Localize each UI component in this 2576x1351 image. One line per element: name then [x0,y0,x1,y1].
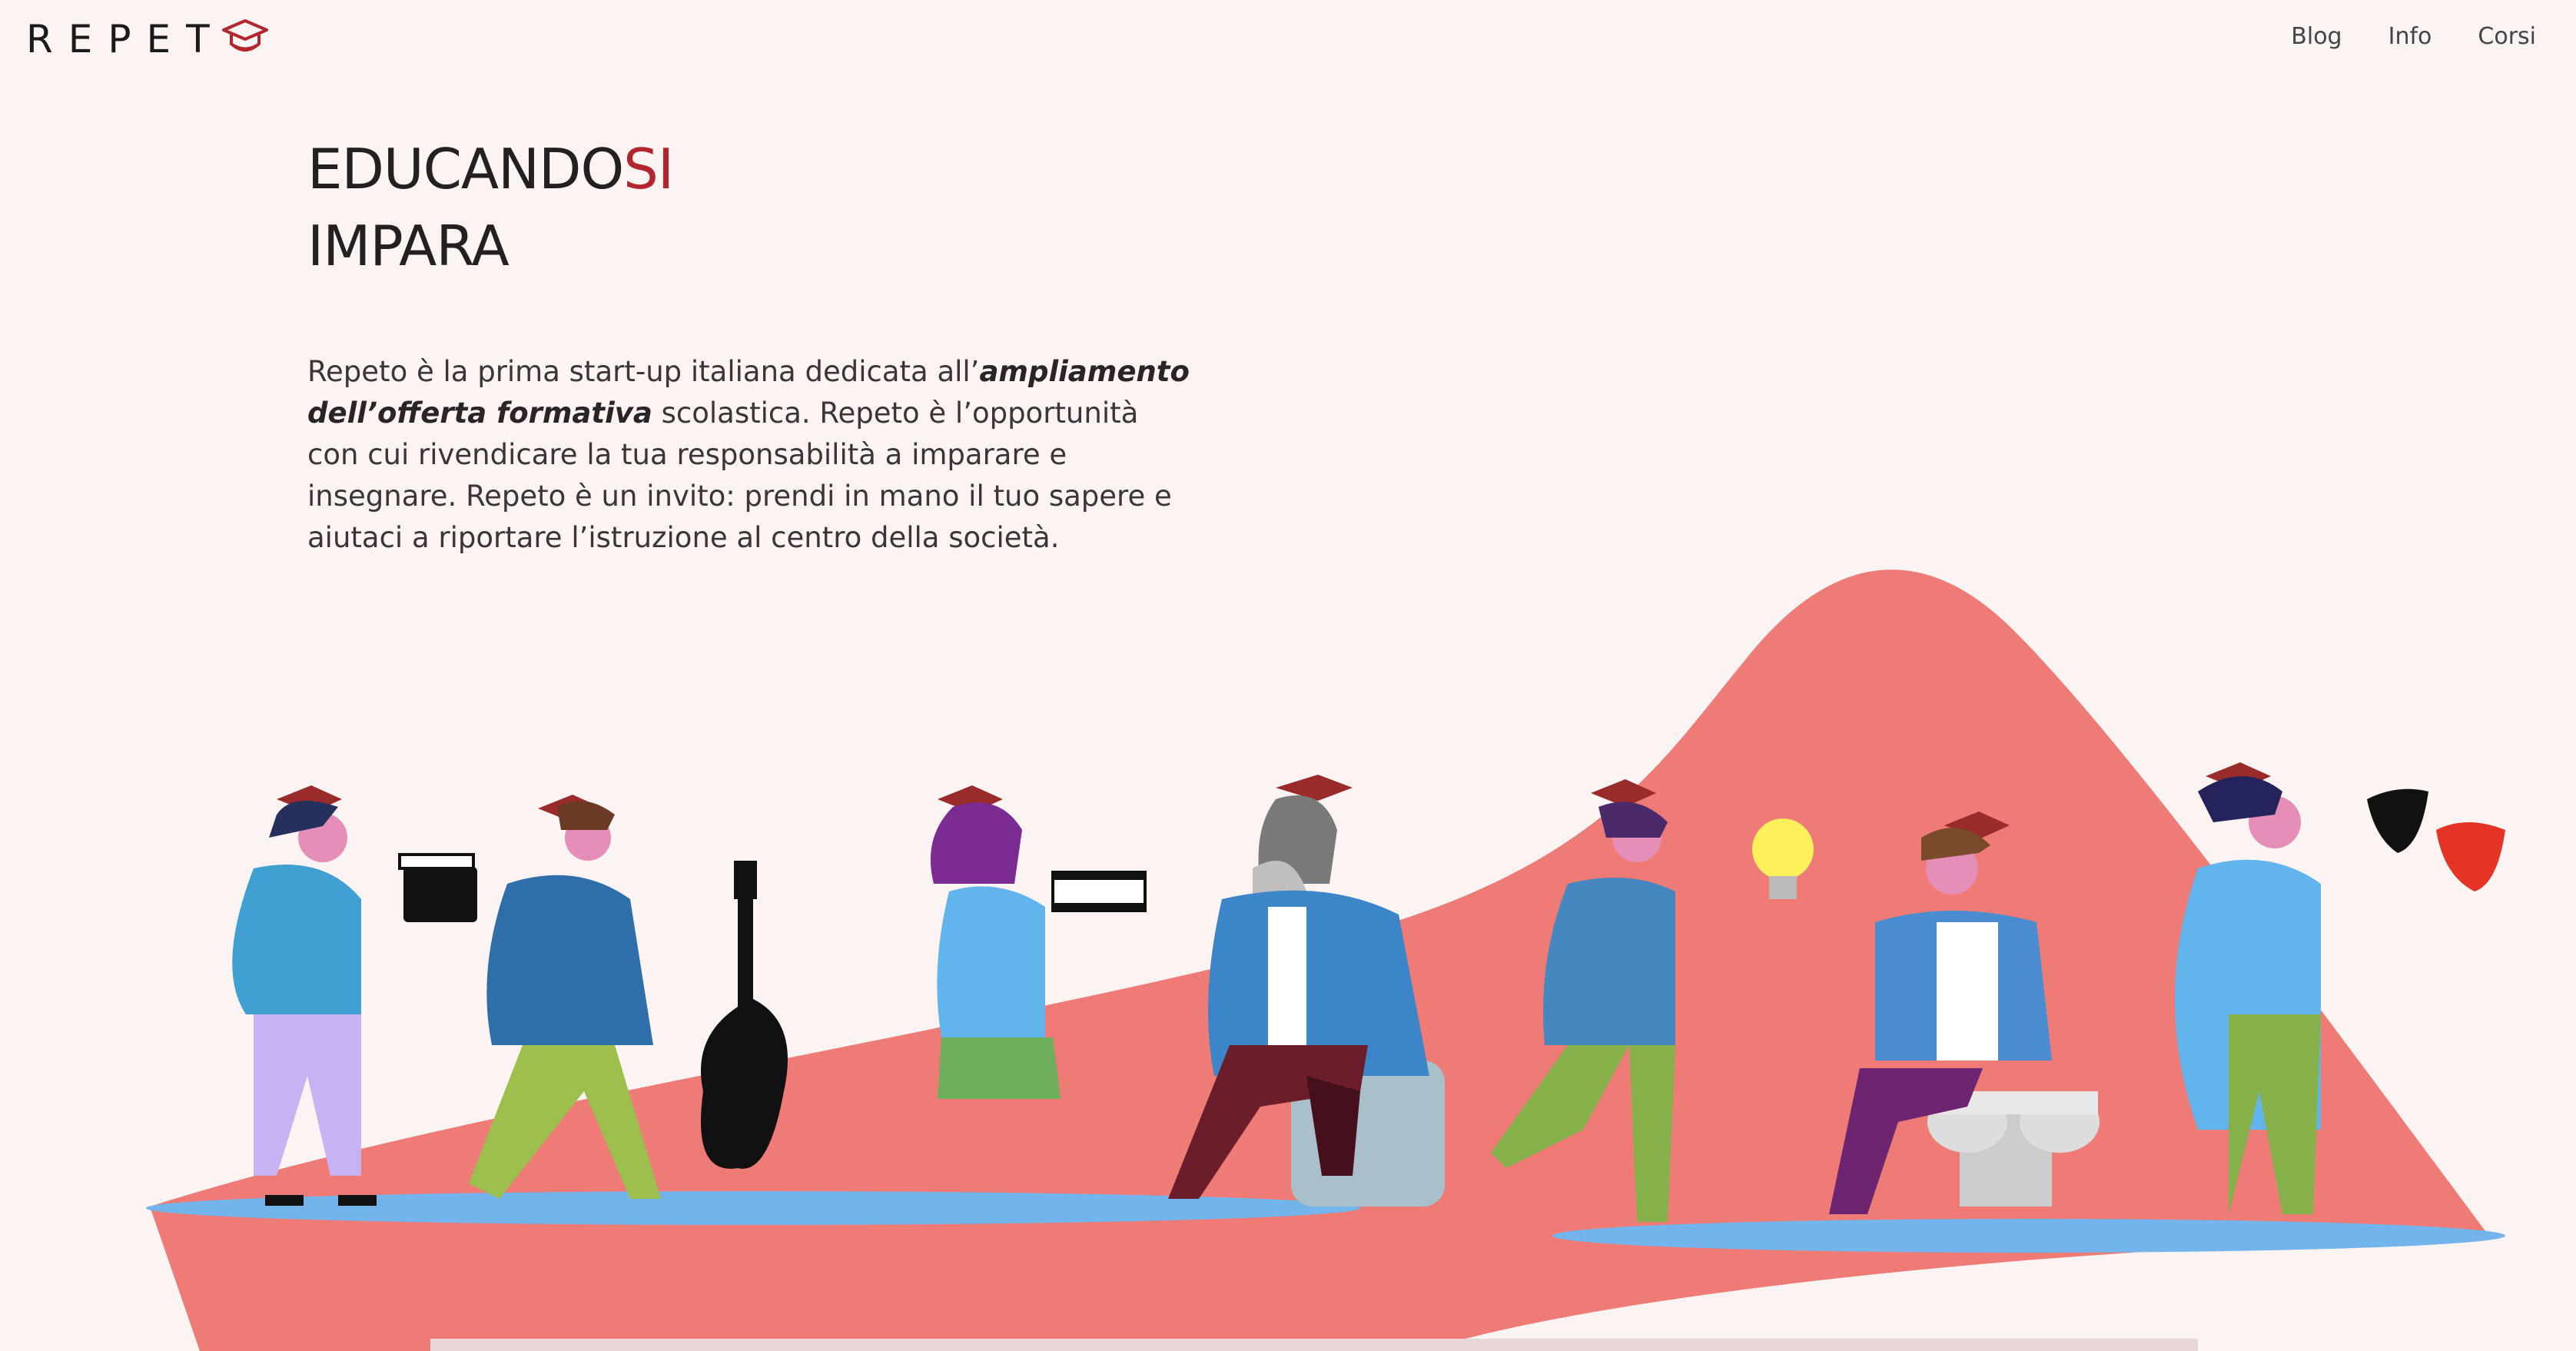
logo[interactable]: REPET [26,17,270,61]
hero-title-accent: SI [623,137,674,201]
nav-link-corsi[interactable]: Corsi [2478,23,2536,50]
blue-platform-left [146,1191,1360,1225]
main-nav: Blog Info Corsi [2291,23,2536,50]
teacher-sitting-icon [1168,775,1445,1207]
student-with-theater-masks-icon [2175,762,2505,1214]
hero-text-intro: Repeto è la prima start-up italiana dedi… [307,355,980,388]
hero-title-line2: IMPARA [307,214,510,278]
site-header: REPET Blog Info Corsi [0,0,2576,85]
pink-hill [150,569,2490,1351]
hero-title-part1: EDUCANDO [307,137,624,201]
logo-text: REPET [26,17,225,61]
blue-platform-right [1552,1219,2505,1253]
student-with-clapperboard-icon [232,785,477,1206]
student-with-guitar-icon [469,795,788,1199]
graduation-cap-icon [221,19,268,51]
nav-link-blog[interactable]: Blog [2291,23,2342,50]
student-with-lightbulb-icon [1491,779,1814,1222]
student-on-column-icon [1829,812,2100,1214]
hero-title: EDUCANDOSI IMPARA [307,131,674,284]
hero-description: Repeto è la prima start-up italiana dedi… [307,351,1191,559]
student-with-film-icon [930,785,1147,1099]
nav-link-info[interactable]: Info [2388,23,2432,50]
